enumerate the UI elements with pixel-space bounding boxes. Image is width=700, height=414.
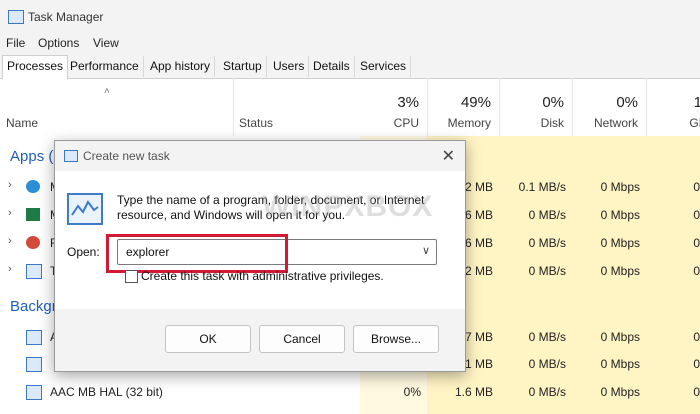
tab-bar: Processes Performance App history Startu… <box>0 54 700 80</box>
admin-privileges-checkbox[interactable] <box>125 270 138 283</box>
tab-services[interactable]: Services <box>356 56 412 77</box>
process-icon <box>26 357 42 372</box>
task-manager-icon <box>8 10 24 24</box>
tab-details[interactable]: Details <box>309 56 355 77</box>
dialog-title: Create new task <box>83 149 170 163</box>
menu-file[interactable]: File <box>6 36 25 50</box>
admin-privileges-label: Create this task with administrative pri… <box>141 269 384 283</box>
watermark-logo: WINPXBOX <box>262 190 434 223</box>
expand-chevron-icon[interactable]: › <box>8 207 12 219</box>
tab-performance[interactable]: Performance <box>66 56 144 77</box>
column-memory[interactable]: 49% Memory <box>427 78 500 136</box>
dialog-title-bar: Create new task ✕ <box>55 141 465 171</box>
tab-processes[interactable]: Processes <box>2 55 69 80</box>
title-bar: Task Manager <box>0 0 700 34</box>
close-icon[interactable]: ✕ <box>442 146 455 166</box>
highlight-annotation <box>106 234 288 273</box>
edge-icon <box>26 180 40 193</box>
cancel-button[interactable]: Cancel <box>259 325 345 353</box>
browse-button[interactable]: Browse... <box>353 325 439 353</box>
chevron-down-icon[interactable]: ∨ <box>422 244 430 257</box>
column-network[interactable]: 0% Network <box>572 78 647 136</box>
tab-startup[interactable]: Startup <box>219 56 267 77</box>
process-icon <box>26 385 42 400</box>
task-manager-icon <box>64 150 78 162</box>
menu-bar: File Options View <box>0 34 700 54</box>
menu-view[interactable]: View <box>93 36 119 50</box>
menu-options[interactable]: Options <box>38 36 79 50</box>
expand-chevron-icon[interactable]: › <box>8 263 12 275</box>
ok-button[interactable]: OK <box>165 325 251 353</box>
column-cpu[interactable]: 3% CPU <box>360 78 428 136</box>
dialog-footer: OK Cancel Browse... <box>55 309 465 371</box>
column-name[interactable]: Name <box>0 78 234 136</box>
column-disk[interactable]: 0% Disk <box>499 78 573 136</box>
section-background: Backgr <box>10 298 57 315</box>
tab-app-history[interactable]: App history <box>146 56 216 77</box>
column-gpu[interactable]: 1 GI <box>646 78 700 136</box>
expand-chevron-icon[interactable]: › <box>8 179 12 191</box>
section-apps: Apps ( <box>10 148 54 165</box>
expand-chevron-icon[interactable]: › <box>8 235 12 247</box>
create-new-task-dialog: Create new task ✕ Type the name of a pro… <box>54 140 466 372</box>
tab-users[interactable]: Users <box>269 56 310 77</box>
window-title: Task Manager <box>28 10 104 24</box>
process-icon <box>26 330 42 345</box>
excel-icon <box>26 208 40 221</box>
task-manager-icon <box>26 264 42 279</box>
run-program-icon <box>67 193 103 225</box>
firefox-icon <box>26 236 40 249</box>
open-label: Open: <box>67 245 100 259</box>
